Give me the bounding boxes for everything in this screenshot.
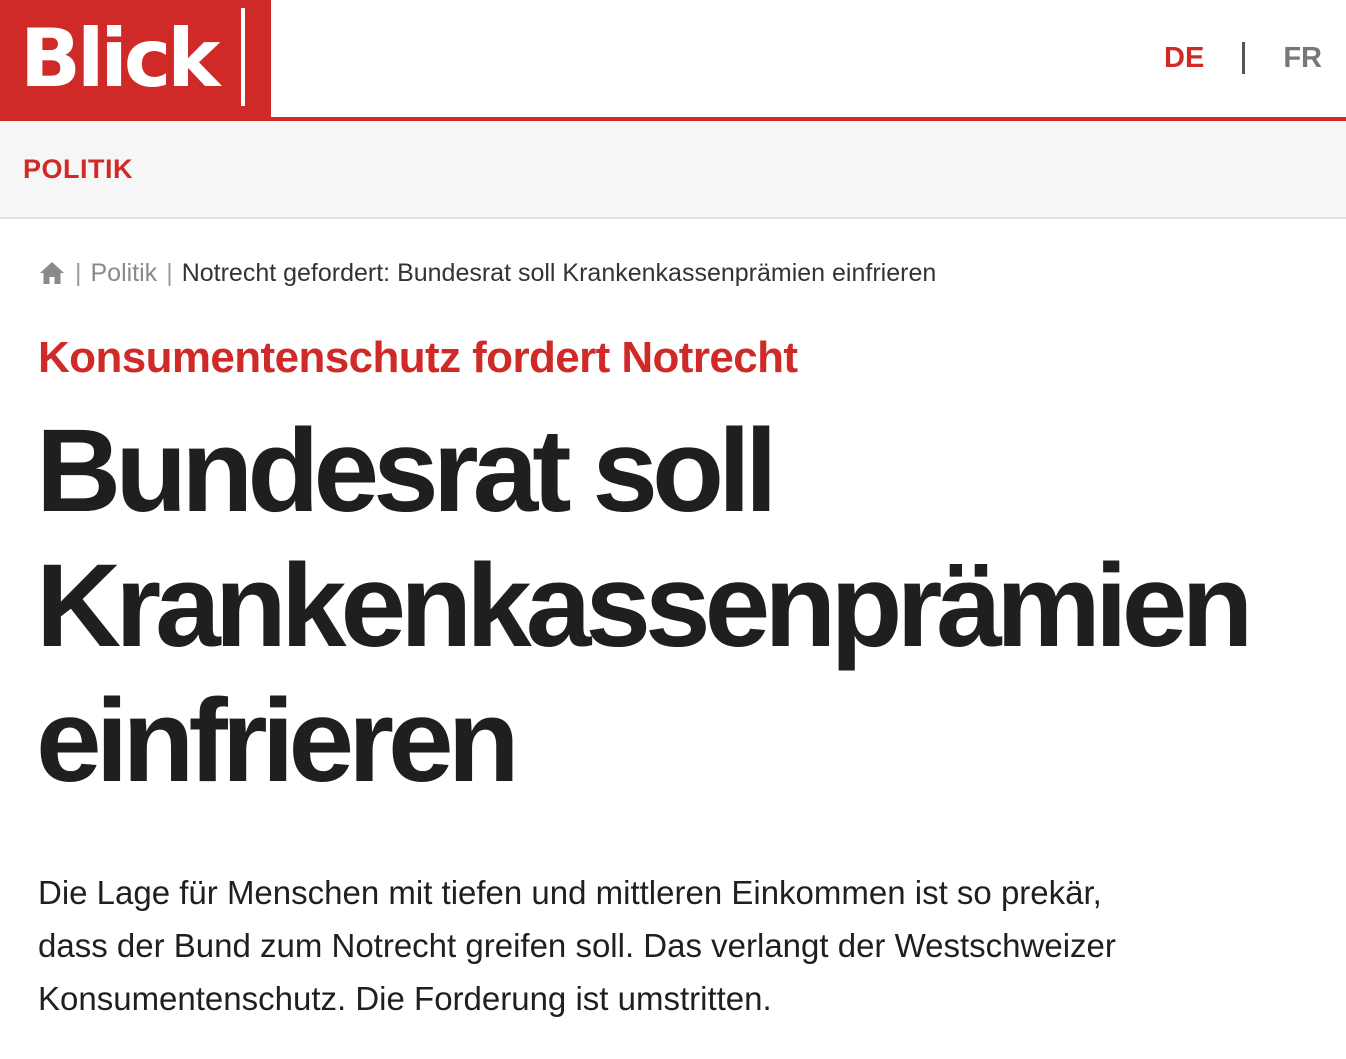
article-lead: Die Lage für Menschen mit tiefen und mit… <box>38 866 1288 1025</box>
article-title-line: einfrieren <box>36 675 520 807</box>
article-title: Bundesrat soll Krankenkassenprämien einf… <box>36 404 1326 809</box>
logo-wordmark: Blick <box>20 12 220 105</box>
blick-logo[interactable]: Blick <box>0 0 271 121</box>
logo-divider <box>241 8 245 106</box>
home-icon[interactable] <box>38 259 66 287</box>
article-title-line: Bundesrat soll <box>36 405 778 537</box>
article-lead-line: dass der Bund zum Notrecht greifen soll.… <box>38 927 1116 964</box>
breadcrumb-separator: | <box>166 258 173 287</box>
breadcrumb-separator: | <box>75 258 82 287</box>
section-bar: POLITIK <box>0 121 1346 219</box>
language-divider <box>1242 42 1246 74</box>
article-lead-line: Die Lage für Menschen mit tiefen und mit… <box>38 874 1102 911</box>
breadcrumb: | Politik | Notrecht gefordert: Bundesra… <box>38 256 936 290</box>
site-header: Blick DE FR <box>0 0 1346 122</box>
language-switcher: DE FR <box>1164 38 1322 78</box>
language-de-link[interactable]: DE <box>1164 42 1204 75</box>
breadcrumb-item-politik[interactable]: Politik <box>91 259 158 288</box>
breadcrumb-item-current: Notrecht gefordert: Bundesrat soll Krank… <box>181 258 937 287</box>
article-kicker: Konsumentenschutz fordert Notrecht <box>38 333 798 382</box>
section-link-politik[interactable]: POLITIK <box>23 154 133 185</box>
article-title-line: Krankenkassenprämien <box>36 540 1253 672</box>
article-lead-line: Konsumentenschutz. Die Forderung ist ums… <box>38 980 772 1017</box>
language-fr-link[interactable]: FR <box>1283 42 1322 75</box>
